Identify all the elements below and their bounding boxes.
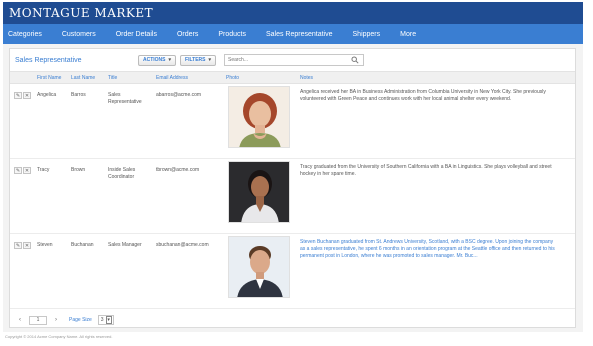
delete-icon[interactable]: ✕ [23, 242, 31, 249]
copyright-footer: Copyright © 2014 Acme Company Name. All … [5, 334, 113, 339]
actions-label: ACTIONS [143, 57, 166, 63]
page-size-value: 3 [100, 317, 104, 323]
main-nav: Categories Customers Order Details Order… [3, 24, 583, 44]
page-size-select[interactable]: 3 ▾ [97, 315, 114, 325]
cell-first-name: Steven [37, 242, 53, 248]
prev-page-icon[interactable]: ‹ [15, 316, 25, 325]
column-header-photo[interactable]: Photo [226, 75, 239, 81]
column-header-last-name[interactable]: Last Name [71, 75, 95, 81]
cell-last-name: Buchanan [71, 242, 94, 248]
panel-toolbar: Sales Representative ACTIONS ▾ FILTERS ▾ [10, 49, 575, 71]
actions-dropdown[interactable]: ACTIONS ▾ [138, 54, 177, 66]
pagination: ‹ › Page Size 3 ▾ [15, 315, 114, 325]
person-photo [228, 161, 290, 223]
edit-icon[interactable]: ✎ [14, 167, 22, 174]
column-header-title[interactable]: Title [108, 75, 117, 81]
delete-icon[interactable]: ✕ [23, 92, 31, 99]
chevron-down-icon: ▾ [168, 57, 172, 63]
column-header-email[interactable]: Email Address [156, 75, 188, 81]
row-actions: ✎ ✕ [14, 167, 32, 174]
column-header-first-name[interactable]: First Name [37, 75, 61, 81]
woman-dark-hair-icon [229, 162, 289, 222]
search-box [224, 54, 364, 66]
cell-last-name: Brown [71, 167, 86, 173]
row-actions: ✎ ✕ [14, 92, 32, 99]
nav-item-customers[interactable]: Customers [62, 31, 96, 38]
person-photo [228, 236, 290, 298]
cell-email: tbrown@acme.com [156, 167, 200, 173]
cell-last-name: Barros [71, 92, 86, 98]
nav-item-sales-representative[interactable]: Sales Representative [266, 31, 333, 38]
search-input[interactable] [225, 55, 345, 65]
edit-icon[interactable]: ✎ [14, 242, 22, 249]
content-panel: Sales Representative ACTIONS ▾ FILTERS ▾… [9, 48, 576, 328]
cell-email: abarros@acme.com [156, 92, 202, 98]
table-row: ✎ ✕ Tracy Brown Inside Sales Coordinator… [10, 159, 575, 234]
next-page-icon[interactable]: › [51, 316, 61, 325]
page-size-label: Page Size [69, 317, 92, 323]
table-row: ✎ ✕ Steven Buchanan Sales Manager sbucha… [10, 234, 575, 309]
chevron-down-icon[interactable]: ▾ [105, 316, 112, 324]
filters-label: FILTERS [185, 57, 206, 63]
search-icon[interactable] [351, 56, 359, 64]
table-row: ✎ ✕ Angelica Barros Sales Representative… [10, 84, 575, 159]
filters-dropdown[interactable]: FILTERS ▾ [180, 54, 216, 66]
cell-notes: Angelica received her BA in Business Adm… [300, 89, 546, 102]
cell-first-name: Angelica [37, 92, 57, 98]
cell-title: Sales Manager [108, 242, 142, 248]
cell-notes[interactable]: Steven Buchanan graduated from St. Andre… [300, 239, 558, 260]
edit-icon[interactable]: ✎ [14, 92, 22, 99]
cell-first-name: Tracy [37, 167, 50, 173]
cell-notes: Tracy graduated from the University of S… [300, 164, 552, 177]
person-photo [228, 86, 290, 148]
cell-title: Sales Representative [108, 92, 142, 105]
nav-item-products[interactable]: Products [218, 31, 246, 38]
man-icon [229, 237, 289, 297]
cell-title: Inside Sales Coordinator [108, 167, 136, 180]
app-window: MONTAGUE MARKET Categories Customers Ord… [3, 2, 583, 332]
table-header: First Name Last Name Title Email Address… [10, 71, 575, 84]
delete-icon[interactable]: ✕ [23, 167, 31, 174]
nav-item-categories[interactable]: Categories [8, 31, 42, 38]
nav-item-order-details[interactable]: Order Details [116, 31, 157, 38]
row-actions: ✎ ✕ [14, 242, 32, 249]
page-title: Sales Representative [15, 56, 82, 64]
brand-logo[interactable]: MONTAGUE MARKET [9, 6, 153, 20]
nav-item-orders[interactable]: Orders [177, 31, 198, 38]
nav-item-more[interactable]: More [400, 31, 416, 38]
column-header-notes[interactable]: Notes [300, 75, 313, 81]
page-number-input[interactable] [29, 315, 47, 325]
cell-email: sbuchanan@acme.com [156, 242, 209, 248]
nav-item-shippers[interactable]: Shippers [353, 31, 381, 38]
woman-red-hair-icon [229, 87, 289, 147]
title-bar: MONTAGUE MARKET [3, 2, 583, 24]
chevron-down-icon: ▾ [208, 57, 211, 63]
